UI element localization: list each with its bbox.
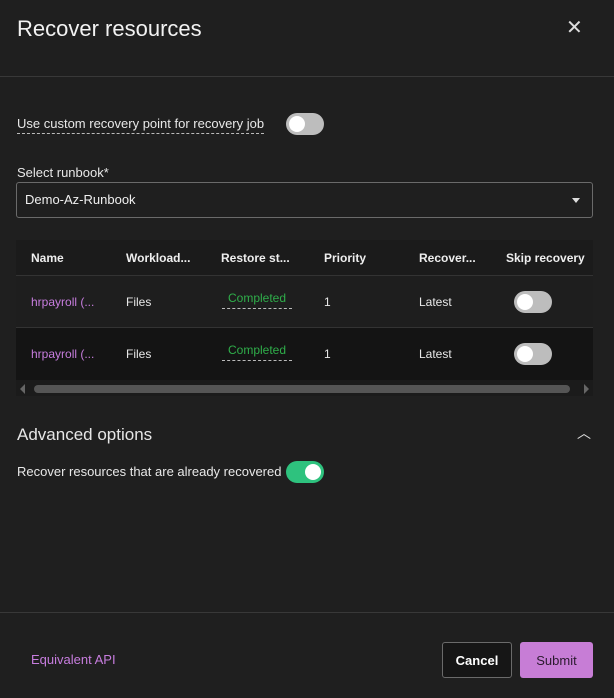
recover-already-toggle[interactable]	[286, 461, 324, 483]
col-restore-status[interactable]: Restore st...	[221, 251, 290, 265]
runbook-select[interactable]: Demo-Az-Runbook	[16, 182, 593, 218]
skip-recovery-toggle[interactable]	[514, 343, 552, 365]
submit-button[interactable]: Submit	[520, 642, 593, 678]
advanced-options-heading[interactable]: Advanced options	[17, 425, 152, 445]
workload: Files	[126, 347, 152, 361]
footer-divider	[0, 612, 614, 613]
col-workload[interactable]: Workload...	[126, 251, 190, 265]
cancel-button[interactable]: Cancel	[442, 642, 512, 678]
priority: 1	[324, 294, 331, 309]
restore-status[interactable]: Completed	[222, 343, 293, 361]
chevron-down-icon	[572, 198, 580, 203]
scroll-left-icon[interactable]	[20, 384, 25, 394]
col-skip-recovery[interactable]: Skip recovery	[506, 251, 585, 265]
custom-recovery-point-label: Use custom recovery point for recovery j…	[17, 116, 265, 134]
table-row: hrpayroll (... Files Completed 1 Latest	[16, 276, 593, 328]
runbook-label: Select runbook*	[17, 165, 109, 180]
scrollbar-thumb[interactable]	[34, 385, 570, 393]
runbook-value: Demo-Az-Runbook	[25, 192, 136, 207]
resource-name-link[interactable]: hrpayroll (...	[31, 347, 94, 361]
dialog-title: Recover resources	[17, 16, 202, 41]
equivalent-api-link[interactable]: Equivalent API	[31, 652, 116, 667]
col-name[interactable]: Name	[31, 251, 64, 265]
recovery-point: Latest	[419, 347, 452, 361]
resources-table: Name Workload... Restore st... Priority …	[16, 240, 593, 396]
priority: 1	[324, 347, 331, 361]
skip-recovery-toggle[interactable]	[514, 291, 552, 313]
header-divider	[0, 76, 614, 77]
restore-status[interactable]: Completed	[222, 291, 293, 309]
col-recovery-point[interactable]: Recover...	[419, 251, 476, 265]
chevron-up-icon[interactable]: ︿	[577, 423, 591, 443]
close-icon[interactable]: ✕	[566, 18, 583, 38]
table-header-row: Name Workload... Restore st... Priority …	[16, 240, 593, 276]
scroll-right-icon[interactable]	[584, 384, 589, 394]
table-row: hrpayroll (... Files Completed 1 Latest	[16, 328, 593, 380]
custom-recovery-point-toggle[interactable]	[286, 113, 324, 135]
horizontal-scrollbar[interactable]	[16, 380, 593, 396]
workload: Files	[126, 294, 152, 309]
resource-name-link[interactable]: hrpayroll (...	[31, 295, 94, 309]
col-priority[interactable]: Priority	[324, 251, 366, 265]
recovery-point: Latest	[419, 294, 452, 309]
recover-already-label: Recover resources that are already recov…	[17, 464, 282, 479]
